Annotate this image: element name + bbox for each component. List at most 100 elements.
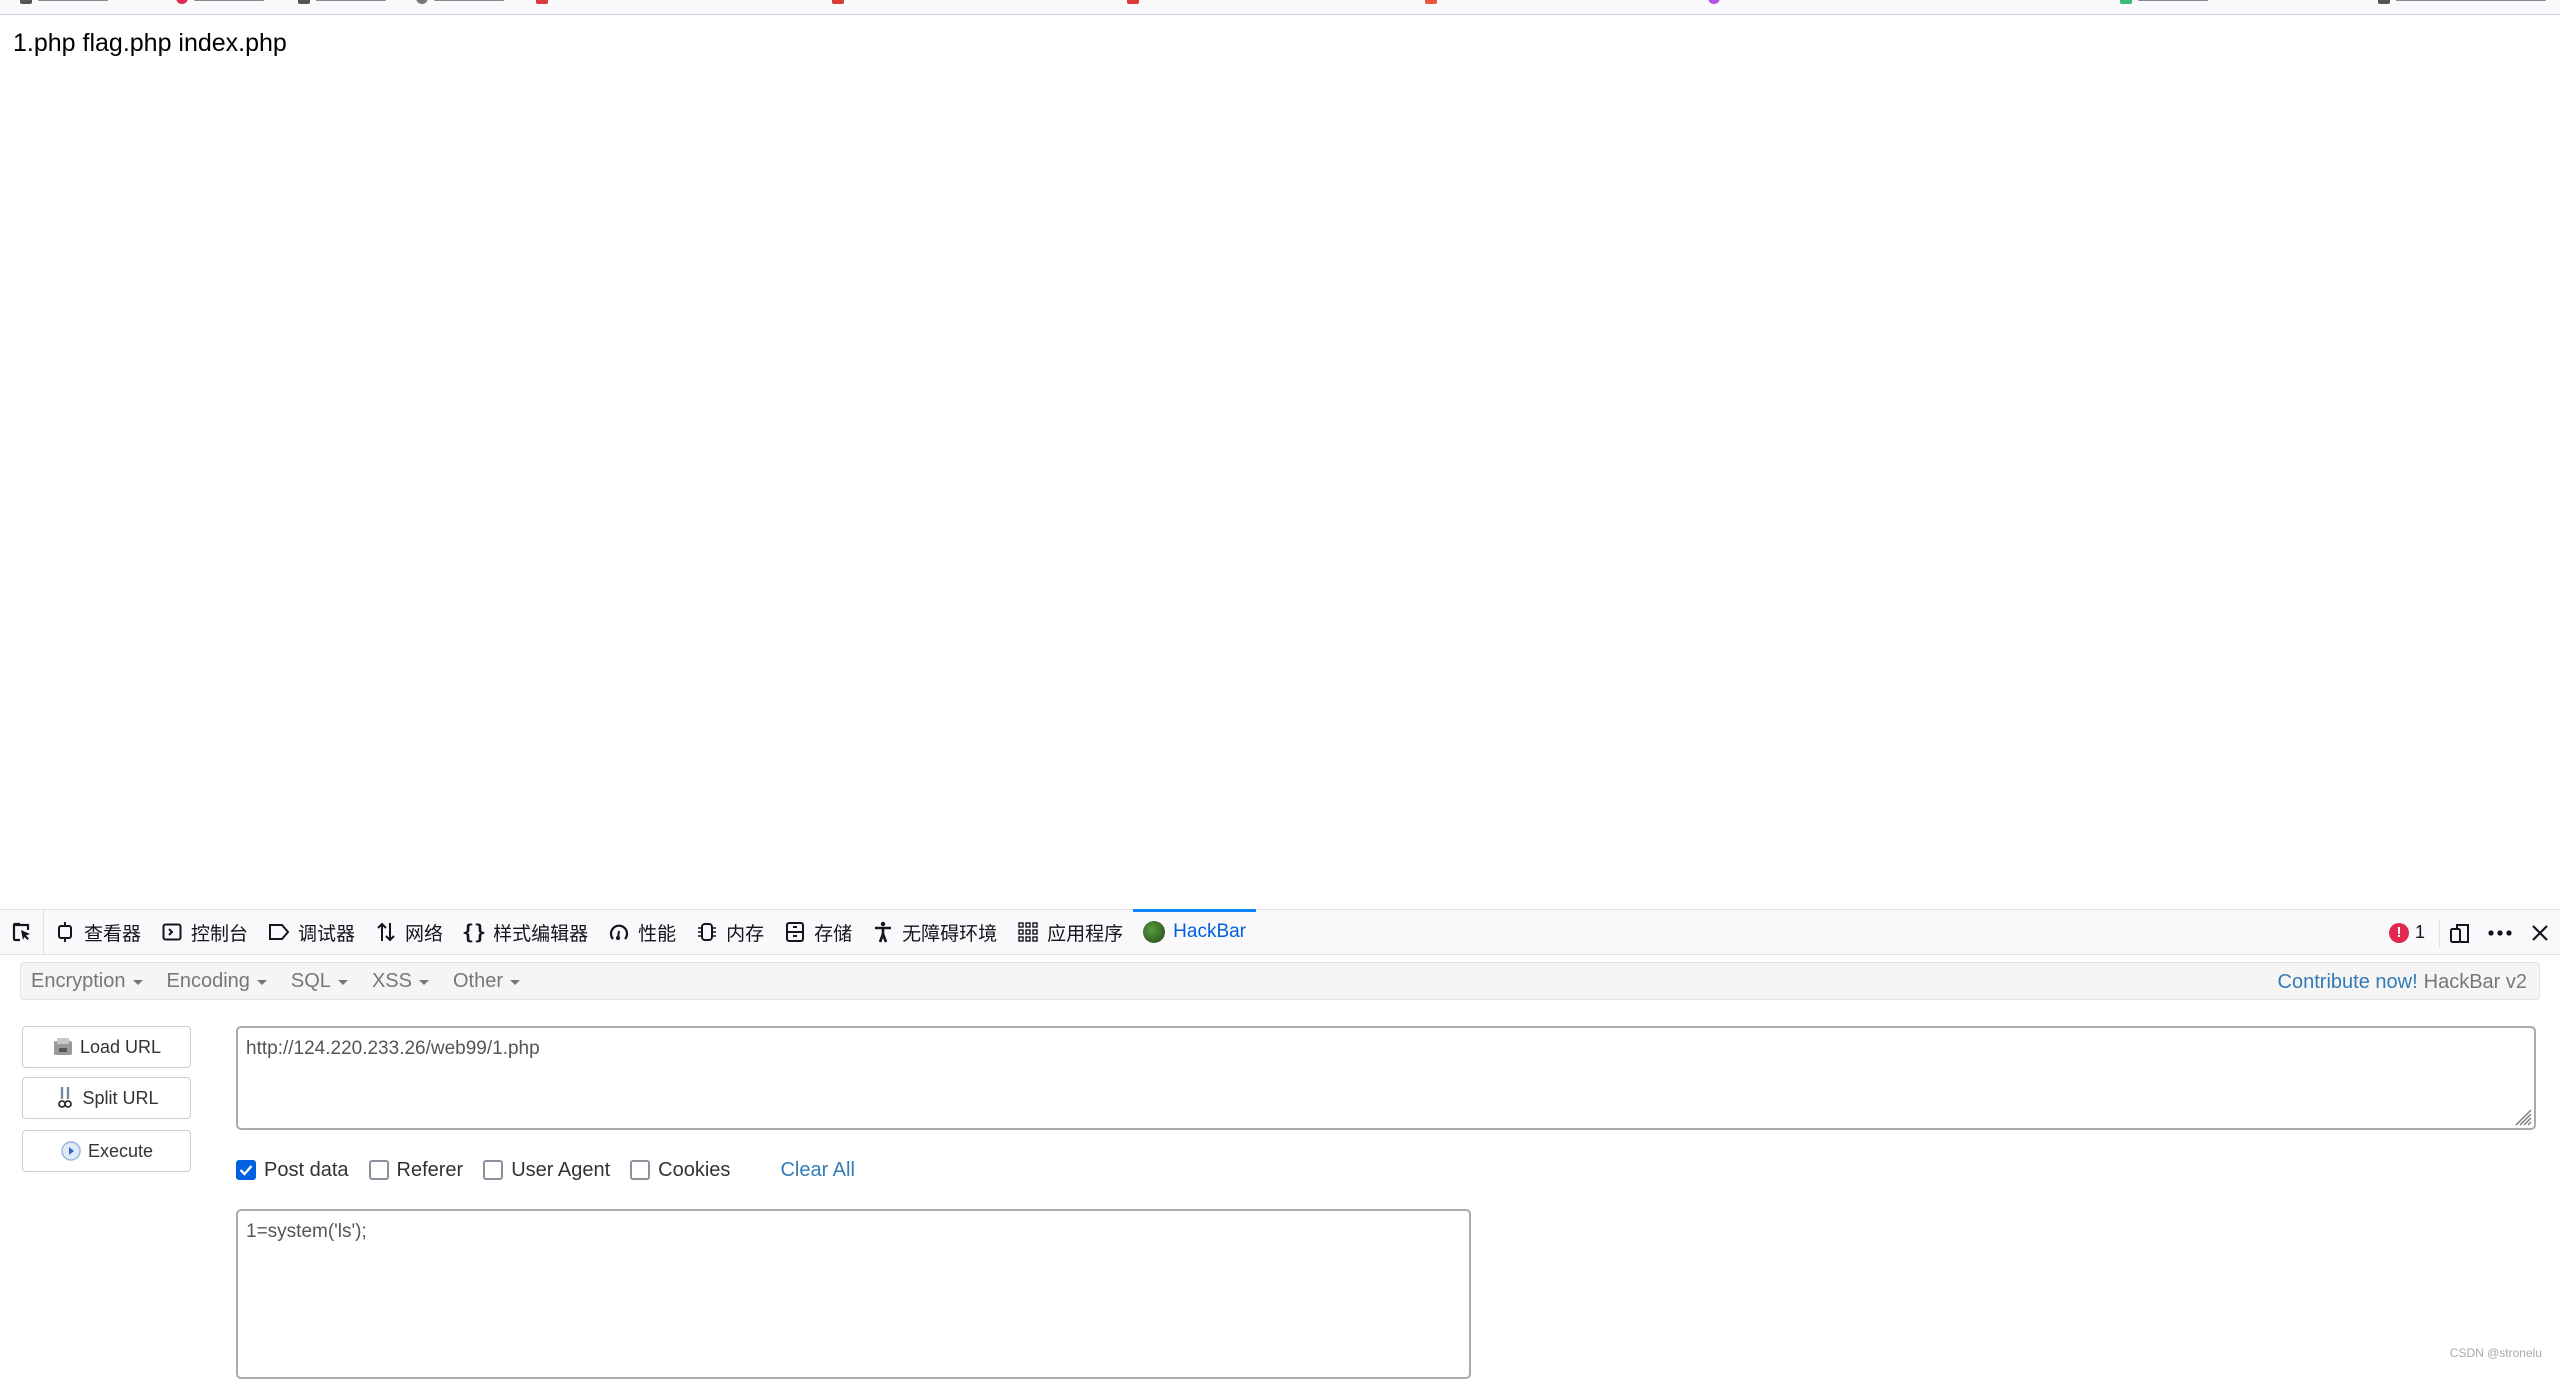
- bookmark-item[interactable]: [2120, 0, 2208, 4]
- bookmark-item[interactable]: [832, 0, 844, 4]
- close-icon: [2532, 924, 2548, 941]
- split-url-button[interactable]: Split URL: [22, 1077, 191, 1119]
- cookies-checkbox[interactable]: [630, 1160, 651, 1180]
- tab-inspector[interactable]: 查看器: [44, 910, 151, 955]
- bookmark-item[interactable]: [1127, 0, 1139, 4]
- menu-label: Other: [452, 969, 503, 992]
- site-icon: [832, 0, 844, 4]
- tab-label: 控制台: [191, 923, 249, 945]
- post-data-option[interactable]: Post data: [236, 1159, 349, 1182]
- menu-encryption[interactable]: Encryption: [21, 970, 157, 993]
- network-icon: [375, 921, 397, 943]
- site-icon: [1708, 0, 1720, 4]
- tab-application[interactable]: 应用程序: [1007, 910, 1133, 955]
- menu-label: XSS: [371, 969, 412, 992]
- menu-label: Encryption: [31, 969, 126, 992]
- clear-all-link[interactable]: Clear All: [780, 1159, 854, 1182]
- post-data-checkbox[interactable]: [236, 1160, 256, 1180]
- bookmark-item[interactable]: [1708, 0, 1720, 4]
- tab-console[interactable]: 控制台: [151, 910, 258, 955]
- referer-option[interactable]: Referer: [368, 1158, 464, 1182]
- tab-accessibility[interactable]: 无障碍环境: [862, 910, 1007, 955]
- caret-down-icon: [337, 979, 348, 985]
- tab-performance[interactable]: 性能: [598, 910, 686, 955]
- tab-debugger[interactable]: 调试器: [258, 910, 365, 955]
- devtools-toolbar: 查看器 控制台 调试器 网络 {} 样式编辑器 性能 内存 存储 无障碍环境 应…: [0, 908, 2560, 955]
- caret-down-icon: [132, 979, 143, 985]
- accessibility-icon: [872, 921, 894, 943]
- hackbar-icon: [1143, 921, 1166, 943]
- menu-other[interactable]: Other: [443, 970, 534, 993]
- bookmark-item[interactable]: [176, 0, 264, 4]
- tab-network[interactable]: 网络: [365, 910, 453, 955]
- performance-icon: [608, 921, 630, 943]
- tab-storage[interactable]: 存储: [774, 910, 862, 955]
- button-label: Load URL: [79, 1036, 162, 1057]
- tab-label: HackBar: [1173, 921, 1247, 942]
- bookmark-item[interactable]: [416, 0, 504, 4]
- referer-checkbox[interactable]: [368, 1160, 389, 1180]
- tab-label: 性能: [638, 923, 677, 945]
- style-editor-icon: {}: [462, 920, 487, 944]
- menu-xss[interactable]: XSS: [362, 970, 443, 993]
- user-agent-option[interactable]: User Agent: [483, 1159, 610, 1182]
- devtools-toolbar-right: ! 1: [2375, 910, 2560, 955]
- tab-label: 存储: [814, 923, 853, 945]
- tab-style-editor[interactable]: {} 样式编辑器: [453, 910, 598, 955]
- load-url-button[interactable]: Load URL: [22, 1026, 191, 1068]
- button-label: Execute: [87, 1140, 154, 1161]
- tab-label: 样式编辑器: [493, 923, 589, 945]
- close-devtools-button[interactable]: [2520, 910, 2560, 955]
- load-icon: [52, 1036, 74, 1058]
- ellipsis-icon: [2488, 929, 2512, 936]
- debugger-icon: [268, 921, 290, 943]
- button-label: Split URL: [82, 1087, 159, 1108]
- page-output-text: 1.php flag.php index.php: [13, 29, 287, 57]
- dock-toggle-button[interactable]: [2440, 910, 2480, 955]
- bookmark-item[interactable]: [536, 0, 548, 4]
- error-icon: !: [2388, 922, 2409, 943]
- play-icon: [60, 1140, 82, 1162]
- console-icon: [161, 921, 183, 943]
- menu-encoding[interactable]: Encoding: [157, 970, 281, 993]
- bookmark-item[interactable]: [298, 0, 386, 4]
- page-viewport: 1.php flag.php index.php: [0, 16, 2560, 909]
- resize-grip-icon[interactable]: [2514, 1108, 2532, 1126]
- checkmark-icon: [239, 1165, 253, 1176]
- cookies-option[interactable]: Cookies: [630, 1159, 730, 1182]
- dock-side-icon: [2450, 923, 2469, 943]
- tab-memory[interactable]: 内存: [686, 910, 774, 955]
- element-picker-button[interactable]: [0, 909, 44, 955]
- devtools-panel: 查看器 控制台 调试器 网络 {} 样式编辑器 性能 内存 存储 无障碍环境 应…: [0, 908, 2560, 1379]
- menu-sql[interactable]: SQL: [281, 970, 362, 993]
- error-count-badge[interactable]: ! 1: [2375, 918, 2440, 947]
- tab-label: 查看器: [84, 923, 142, 945]
- site-icon: [1425, 0, 1437, 4]
- bookmark-item[interactable]: [1425, 0, 1437, 4]
- site-icon: [536, 0, 548, 4]
- scissors-icon: [54, 1087, 76, 1109]
- bookmark-item[interactable]: [20, 0, 108, 4]
- caret-down-icon: [418, 979, 429, 985]
- contribute-link[interactable]: Contribute now!: [2278, 971, 2418, 994]
- post-data-value: 1=system('ls');: [246, 1221, 367, 1242]
- hackbar-version: HackBar v2: [2423, 970, 2527, 993]
- option-label: Post data: [264, 1158, 349, 1181]
- hackbar-menu: Encryption Encoding SQL XSS Other Contri…: [20, 962, 2540, 1000]
- watermark: CSDN @stronelu: [2449, 1346, 2542, 1360]
- tab-hackbar[interactable]: HackBar: [1133, 908, 1256, 955]
- user-agent-checkbox[interactable]: [483, 1160, 504, 1180]
- request-options: Post data Referer User Agent Cookies Cle…: [236, 1157, 855, 1183]
- menu-label: Encoding: [166, 969, 250, 992]
- option-label: Referer: [396, 1158, 464, 1181]
- bookmark-item[interactable]: [2378, 0, 2546, 4]
- element-picker-icon: [12, 922, 30, 942]
- post-data-input[interactable]: 1=system('ls');: [236, 1209, 1471, 1379]
- menu-label: SQL: [290, 969, 331, 992]
- folder-icon: [298, 0, 310, 4]
- caret-down-icon: [256, 979, 267, 985]
- more-options-button[interactable]: [2480, 910, 2520, 955]
- execute-button[interactable]: Execute: [22, 1130, 191, 1172]
- url-value: http://124.220.233.26/web99/1.php: [246, 1038, 540, 1059]
- url-input[interactable]: http://124.220.233.26/web99/1.php: [236, 1026, 2536, 1130]
